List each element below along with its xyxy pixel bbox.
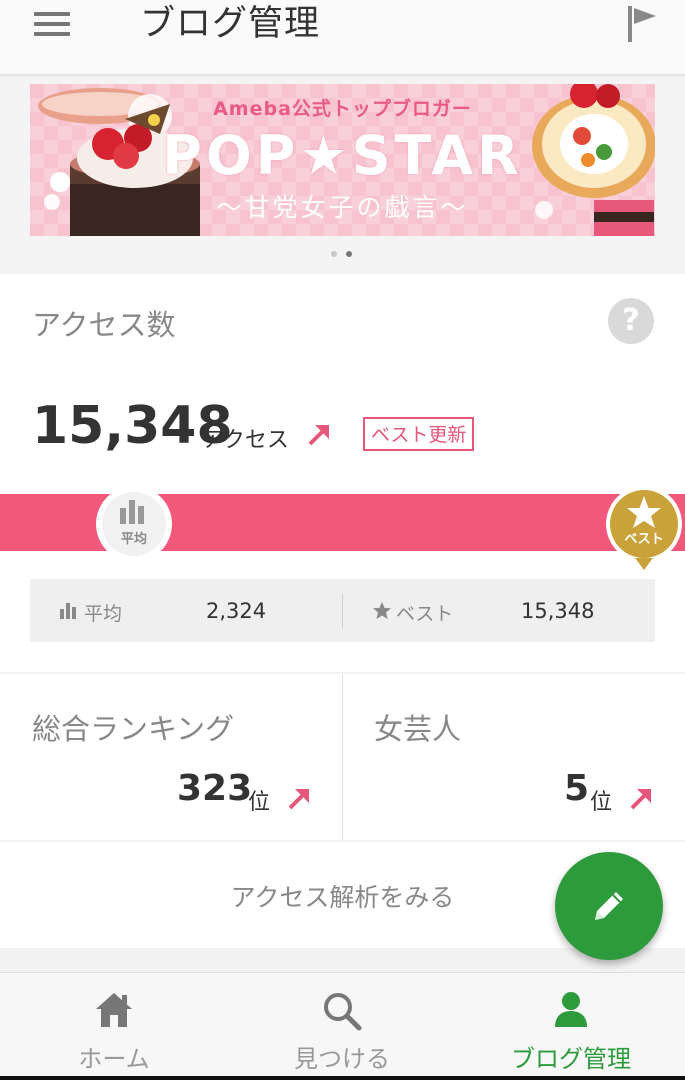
app-header: ブログ管理 — [0, 0, 685, 76]
average-marker: 平均 — [91, 484, 177, 572]
pop-star-banner[interactable]: Ameba公式トップブロガー POP★STAR 〜甘党女子の戯言〜 — [30, 84, 655, 236]
category-rank-value: 5 — [564, 768, 590, 809]
help-icon[interactable]: ? — [608, 298, 654, 344]
nav-home[interactable]: ホーム — [56, 973, 172, 1073]
trend-up-arrow-icon — [288, 789, 309, 810]
best-marker-label: ベスト — [624, 532, 664, 547]
banner-carousel: Ameba公式トップブロガー POP★STAR 〜甘党女子の戯言〜 — [0, 78, 685, 274]
best-updated-badge: ベスト更新 — [363, 417, 475, 451]
average-label: 平均 — [84, 603, 123, 625]
category-rank-unit: 位 — [590, 790, 613, 815]
access-card: アクセス数 ? 15,348 アクセス ベスト更新 平均 ベスト 平均 2,32… — [0, 274, 685, 672]
hamburger-menu-icon[interactable] — [34, 8, 72, 38]
nav-discover-label: 見つける — [294, 1045, 390, 1073]
carousel-indicator — [328, 251, 358, 259]
stats-divider — [342, 594, 343, 628]
system-nav-edge — [0, 1076, 685, 1080]
page-title: ブログ管理 — [140, 4, 321, 44]
trend-up-arrow-icon — [308, 425, 329, 446]
cake-illustration-right — [532, 84, 655, 236]
search-icon — [324, 993, 362, 1031]
carousel-dot-2[interactable] — [346, 251, 352, 257]
best-value: 15,348 — [521, 599, 595, 623]
nav-blog-management[interactable]: ブログ管理 — [498, 973, 644, 1073]
access-section-label: アクセス数 — [32, 308, 176, 342]
carousel-dot-1[interactable] — [331, 251, 337, 257]
access-stats-row: 平均 2,324 ベスト 15,348 — [30, 579, 655, 642]
nav-discover[interactable]: 見つける — [284, 973, 400, 1073]
star-icon — [373, 602, 391, 619]
average-value: 2,324 — [206, 599, 267, 623]
write-post-button[interactable] — [555, 852, 663, 960]
category-ranking-label: 女芸人 — [374, 712, 462, 746]
overall-rank-unit: 位 — [248, 790, 271, 815]
nav-blog-management-label: ブログ管理 — [511, 1045, 631, 1073]
best-label: ベスト — [396, 603, 454, 625]
best-marker: ベスト — [601, 484, 685, 572]
overall-ranking-label: 総合ランキング — [32, 712, 235, 746]
nav-home-label: ホーム — [78, 1045, 150, 1073]
flag-icon[interactable] — [626, 4, 660, 44]
home-icon — [96, 993, 132, 1027]
bottom-navigation: ホーム 見つける ブログ管理 — [0, 972, 685, 1080]
access-unit: アクセス — [202, 428, 289, 453]
person-icon — [555, 992, 587, 1027]
pencil-icon — [595, 892, 623, 920]
ranking-card: 総合ランキング 323 位 女芸人 5 位 — [0, 674, 685, 840]
ranking-divider — [342, 674, 343, 840]
bar-chart-icon — [60, 603, 76, 619]
overall-rank-value: 323 — [177, 768, 253, 809]
average-marker-label: 平均 — [120, 532, 147, 547]
trend-up-arrow-icon — [630, 789, 651, 810]
